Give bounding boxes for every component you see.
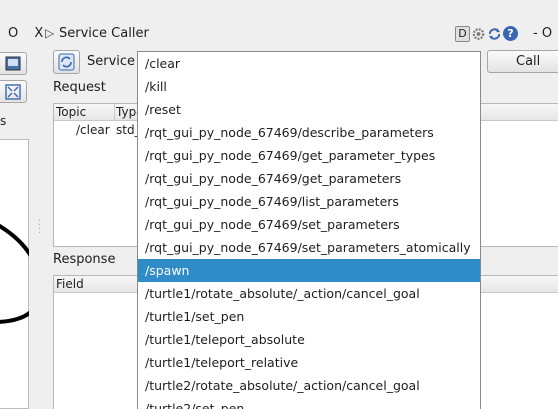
window-title: Service Caller	[59, 26, 149, 41]
d-icon[interactable]: D	[455, 26, 470, 42]
title-bar: O X ▷ Service Caller D ? - O	[0, 23, 558, 45]
dropdown-item[interactable]: /reset	[138, 98, 480, 121]
column-separator[interactable]	[114, 104, 115, 121]
dropdown-item[interactable]: /rqt_gui_py_node_67469/list_parameters	[138, 190, 480, 213]
dropdown-item[interactable]: /turtle2/set_pen	[138, 397, 480, 409]
dropdown-item[interactable]: /rqt_gui_py_node_67469/describe_paramete…	[138, 121, 480, 144]
dropdown-item[interactable]: /turtle1/rotate_absolute/_action/cancel_…	[138, 282, 480, 305]
gear-icon[interactable]	[471, 26, 486, 42]
dropdown-item[interactable]: /turtle2/rotate_absolute/_action/cancel_…	[138, 374, 480, 397]
row-topic: /clear	[76, 123, 110, 137]
column-header-field[interactable]: Field	[56, 277, 84, 291]
dropdown-item[interactable]: /rqt_gui_py_node_67469/get_parameters	[138, 167, 480, 190]
dropdown-item[interactable]: /rqt_gui_py_node_67469/set_parameters_at…	[138, 236, 480, 259]
column-header-topic[interactable]: Topic	[56, 105, 86, 119]
title-left-controls[interactable]: O X	[8, 26, 49, 41]
request-label: Request	[53, 80, 106, 95]
response-label: Response	[53, 252, 116, 267]
refresh-services-button[interactable]	[53, 50, 80, 74]
fit-view-icon	[5, 84, 21, 100]
dropdown-item[interactable]: /turtle1/teleport_absolute	[138, 328, 480, 351]
image-icon	[5, 56, 21, 71]
fit-view-button[interactable]	[0, 80, 27, 103]
refresh-icon	[58, 53, 75, 71]
dropdown-item[interactable]: /clear	[138, 52, 480, 75]
sidebar-label: s	[0, 114, 7, 128]
dropdown-item[interactable]: /rqt_gui_py_node_67469/set_parameters	[138, 213, 480, 236]
title-right-controls[interactable]: - O	[533, 26, 552, 41]
title-toolbar: D ?	[455, 26, 518, 42]
turtle-canvas[interactable]	[0, 139, 43, 409]
help-icon[interactable]: ?	[503, 26, 518, 41]
dropdown-item[interactable]: /turtle1/set_pen	[138, 305, 480, 328]
dropdown-item[interactable]: /kill	[138, 75, 480, 98]
refresh-icon[interactable]	[487, 26, 502, 42]
dropdown-item[interactable]: /spawn	[138, 259, 480, 282]
image-button[interactable]	[0, 52, 27, 75]
dropdown-item[interactable]: /turtle1/teleport_relative	[138, 351, 480, 374]
dropdown-item[interactable]: /rqt_gui_py_node_67469/get_parameter_typ…	[138, 144, 480, 167]
collapse-arrow-icon[interactable]: ▷	[45, 26, 54, 40]
service-dropdown-list[interactable]: /clear/kill/reset/rqt_gui_py_node_67469/…	[137, 51, 481, 409]
trajectory-curve	[0, 223, 43, 324]
call-button[interactable]: Call	[487, 50, 558, 73]
service-label: Service	[87, 54, 136, 69]
splitter-handle[interactable]: · · · ·	[38, 217, 41, 239]
